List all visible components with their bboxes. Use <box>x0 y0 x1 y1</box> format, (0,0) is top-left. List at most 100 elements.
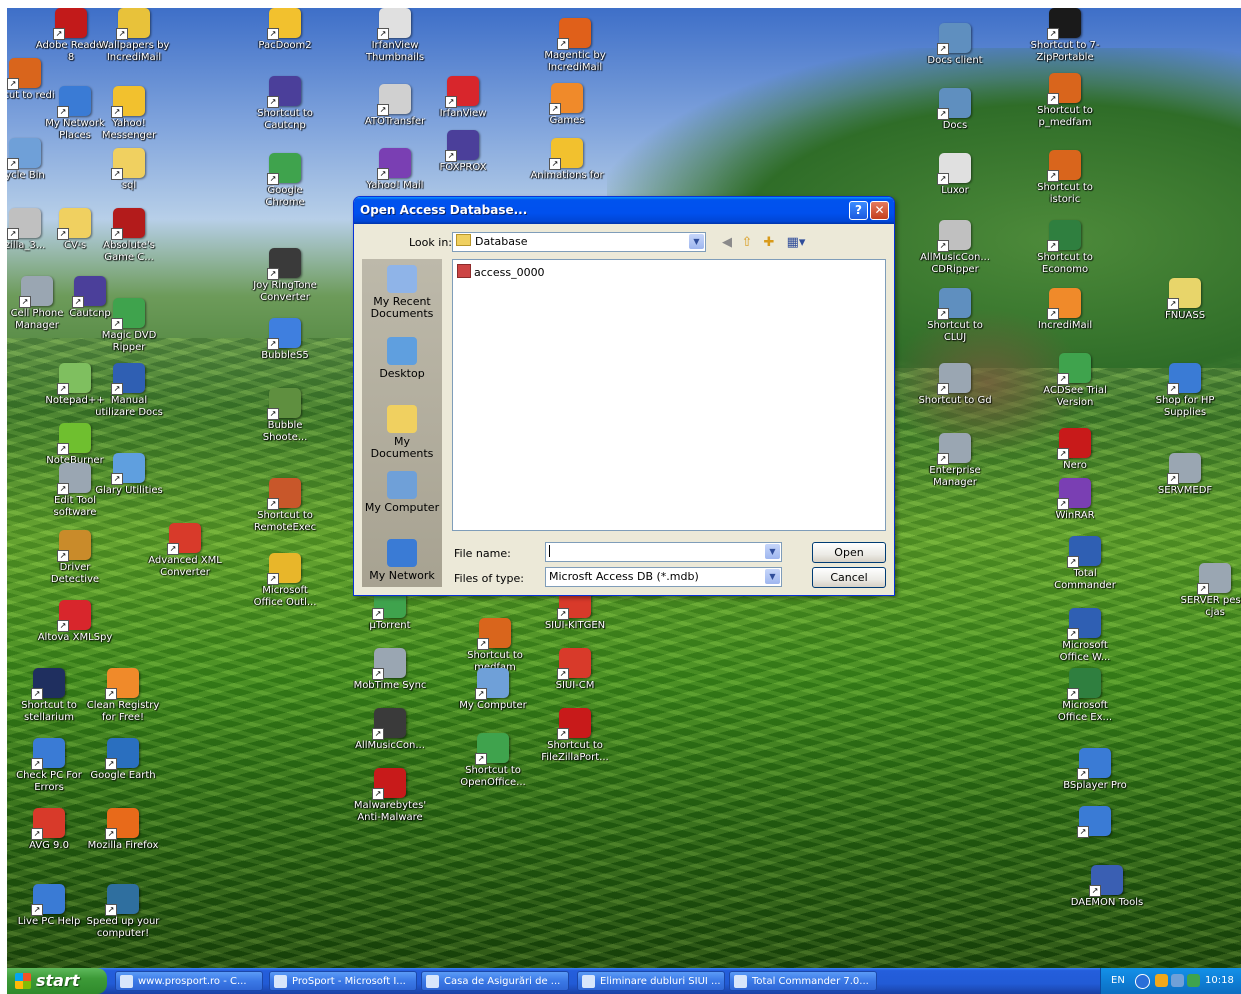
cautcnp-shortcut-shortcut[interactable]: Shortcut to Cautcnp <box>247 76 323 132</box>
advanced-xml-shortcut[interactable]: Advanced XML Converter <box>147 523 223 579</box>
magic-dvd-ripper-shortcut[interactable]: Magic DVD Ripper <box>91 298 167 354</box>
look-in-dropdown[interactable]: Database ▼ <box>452 232 706 252</box>
games-shortcut[interactable]: Games <box>529 83 605 127</box>
file-list[interactable]: access_0000 <box>452 259 886 531</box>
economo-shortcut[interactable]: Shortcut to Economo <box>1027 220 1103 276</box>
bsplayer-shortcut[interactable]: BSplayer Pro <box>1057 748 1133 792</box>
absolute-games-shortcut[interactable]: Absolute's Game C... <box>91 208 167 264</box>
place-desktop[interactable]: Desktop <box>362 337 442 380</box>
driver-detective-shortcut[interactable]: Driver Detective <box>37 530 113 586</box>
taskbar-button[interactable]: ProSport - Microsoft I... <box>269 971 417 991</box>
live-pc-help-shortcut[interactable]: Live PC Help <box>11 884 87 928</box>
close-button[interactable]: ✕ <box>870 201 889 220</box>
taskbar-button[interactable]: Eliminare dubluri SIUI ... <box>577 971 725 991</box>
speed-up-shortcut[interactable]: Speed up your computer! <box>85 884 161 940</box>
clean-registry-shortcut[interactable]: Clean Registry for Free! <box>85 668 161 724</box>
luxor-shortcut[interactable]: Luxor <box>917 153 993 197</box>
hp-supplies-shortcut[interactable]: Shop for HP Supplies <box>1147 363 1223 419</box>
manual-docs-shortcut[interactable]: Manual utilizare Docs <box>91 363 167 419</box>
taskbar-button[interactable]: www.prosport.ro - C... <box>115 971 263 991</box>
malwarebytes-shortcut[interactable]: Malwarebytes' Anti-Malware <box>352 768 428 824</box>
openoffice-shortcut[interactable]: Shortcut to OpenOffice... <box>455 733 531 789</box>
server-shortcut[interactable]: SERVER pess-cjas <box>1177 563 1241 619</box>
back-icon[interactable]: ◀ <box>718 235 736 251</box>
firefox-shortcut[interactable]: Mozilla Firefox <box>85 808 161 852</box>
medfam-shortcut[interactable]: Shortcut to medfam <box>457 618 533 674</box>
istoric-shortcut[interactable]: Shortcut to istoric <box>1027 150 1103 206</box>
cdripper-shortcut[interactable]: AllMusicCon... CDRipper <box>917 220 993 276</box>
files-of-type-dropdown[interactable]: Microsft Access DB (*.mdb) ▼ <box>545 567 782 587</box>
total-commander-shortcut[interactable]: Total Commander <box>1047 536 1123 592</box>
word-shortcut[interactable]: Microsoft Office W... <box>1047 608 1123 664</box>
chevron-down-icon[interactable]: ▼ <box>765 544 780 559</box>
servmedf-shortcut[interactable]: SERVMEDF <box>1147 453 1223 497</box>
enterprise-manager-shortcut[interactable]: Enterprise Manager <box>917 433 993 489</box>
7zip-shortcut[interactable]: Shortcut to 7-ZipPortable <box>1027 8 1103 64</box>
docs-shortcut[interactable]: Docs <box>917 88 993 132</box>
glary-utilities-shortcut[interactable]: Glary Utilities <box>91 453 167 497</box>
tray-arrow-icon[interactable] <box>1135 974 1150 989</box>
cluj-shortcut[interactable]: Shortcut to CLUJ <box>917 288 993 344</box>
start-button[interactable]: start <box>7 968 107 994</box>
recycle-bin-shortcut[interactable]: ycle Bin <box>7 138 63 182</box>
irfanview-thumbnails-shortcut[interactable]: IrfanView Thumbnails <box>357 8 433 64</box>
google-chrome-shortcut[interactable]: Google Chrome <box>247 153 323 209</box>
new-folder-icon[interactable]: ✚ <box>760 235 778 251</box>
place-my-documents[interactable]: My Documents <box>362 405 442 460</box>
up-folder-icon[interactable]: ⇧ <box>738 235 756 251</box>
yahoo-messenger-shortcut[interactable]: Yahoo! Messenger <box>91 86 167 142</box>
ie-shortcut[interactable] <box>1057 806 1133 838</box>
wallpapers-incredimail-shortcut[interactable]: Wallpapers by IncrediMail <box>96 8 172 64</box>
list-item[interactable]: access_0000 <box>457 264 545 279</box>
bubble-shooter-shortcut[interactable]: Bubble Shoote... <box>247 388 323 444</box>
file-name-input[interactable]: ▼ <box>545 542 782 562</box>
joy-ringtone-shortcut[interactable]: Joy RingTone Converter <box>247 248 323 304</box>
chevron-down-icon[interactable]: ▼ <box>689 234 704 249</box>
yahoo-mail-shortcut[interactable]: Yahoo! Mail <box>357 148 433 192</box>
sql-folder-shortcut[interactable]: sql <box>91 148 167 192</box>
check-pc-shortcut[interactable]: Check PC For Errors <box>11 738 87 794</box>
siui-cm-shortcut[interactable]: SIUI-CM <box>537 648 613 692</box>
place-my-computer[interactable]: My Computer <box>362 471 442 514</box>
open-button[interactable]: Open <box>812 542 886 563</box>
place-my-recent-documents[interactable]: My Recent Documents <box>362 265 442 320</box>
tray-app-icon[interactable] <box>1155 974 1168 987</box>
mobtime-sync-shortcut[interactable]: MobTime Sync <box>352 648 428 692</box>
google-earth-shortcut[interactable]: Google Earth <box>85 738 161 782</box>
my-computer-desktop-shortcut[interactable]: My Computer <box>455 668 531 712</box>
avg-shortcut[interactable]: AVG 9.0 <box>11 808 87 852</box>
bubbles5-shortcut[interactable]: BubbleS5 <box>247 318 323 362</box>
winrar-shortcut[interactable]: WinRAR <box>1037 478 1113 522</box>
tray-update-icon[interactable] <box>1187 974 1200 987</box>
fnuass-shortcut[interactable]: FNUASS <box>1147 278 1223 322</box>
excel-shortcut[interactable]: Microsoft Office Ex... <box>1047 668 1123 724</box>
p-medfam-shortcut[interactable]: Shortcut to p_medfam <box>1027 73 1103 129</box>
chevron-down-icon[interactable]: ▼ <box>765 569 780 584</box>
cancel-button[interactable]: Cancel <box>812 567 886 588</box>
animations-shortcut[interactable]: Animations for <box>529 138 605 182</box>
help-button[interactable]: ? <box>849 201 868 220</box>
irfanview-shortcut[interactable]: IrfanView <box>425 76 501 120</box>
allmusic-shortcut[interactable]: AllMusicCon... <box>352 708 428 752</box>
network-icon[interactable] <box>1171 974 1184 987</box>
atotransfer-shortcut[interactable]: ATOTransfer <box>357 84 433 128</box>
stellarium-shortcut[interactable]: Shortcut to stellarium <box>11 668 87 724</box>
docs-client-shortcut[interactable]: Docs client <box>917 23 993 67</box>
remoteexec-shortcut[interactable]: Shortcut to RemoteExec <box>247 478 323 534</box>
taskbar-button[interactable]: Total Commander 7.0... <box>729 971 877 991</box>
daemon-tools-shortcut[interactable]: DAEMON Tools <box>1069 865 1145 909</box>
filezilla-shortcut[interactable]: Shortcut to FileZillaPort... <box>537 708 613 764</box>
taskbar-button[interactable]: Casa de Asigurări de ... <box>421 971 569 991</box>
place-my-network[interactable]: My Network <box>362 539 442 582</box>
gd-shortcut[interactable]: Shortcut to Gd <box>917 363 993 407</box>
clock[interactable]: 10:18 <box>1205 968 1234 994</box>
dialog-titlebar[interactable]: Open Access Database... ? ✕ <box>354 197 894 224</box>
language-indicator[interactable]: EN <box>1111 968 1125 994</box>
incredimail-shortcut[interactable]: IncrediMail <box>1027 288 1103 332</box>
acdsee-shortcut[interactable]: ACDSee Trial Version <box>1037 353 1113 409</box>
outlook-shortcut[interactable]: Microsoft Office Outl... <box>247 553 323 609</box>
pacdoom-shortcut[interactable]: PacDoom2 <box>247 8 323 52</box>
foxprox-shortcut[interactable]: FOXPROX <box>425 130 501 174</box>
magentic-shortcut[interactable]: Magentic by IncrediMail <box>537 18 613 74</box>
altova-xmlspy-shortcut[interactable]: Altova XMLSpy <box>37 600 113 644</box>
